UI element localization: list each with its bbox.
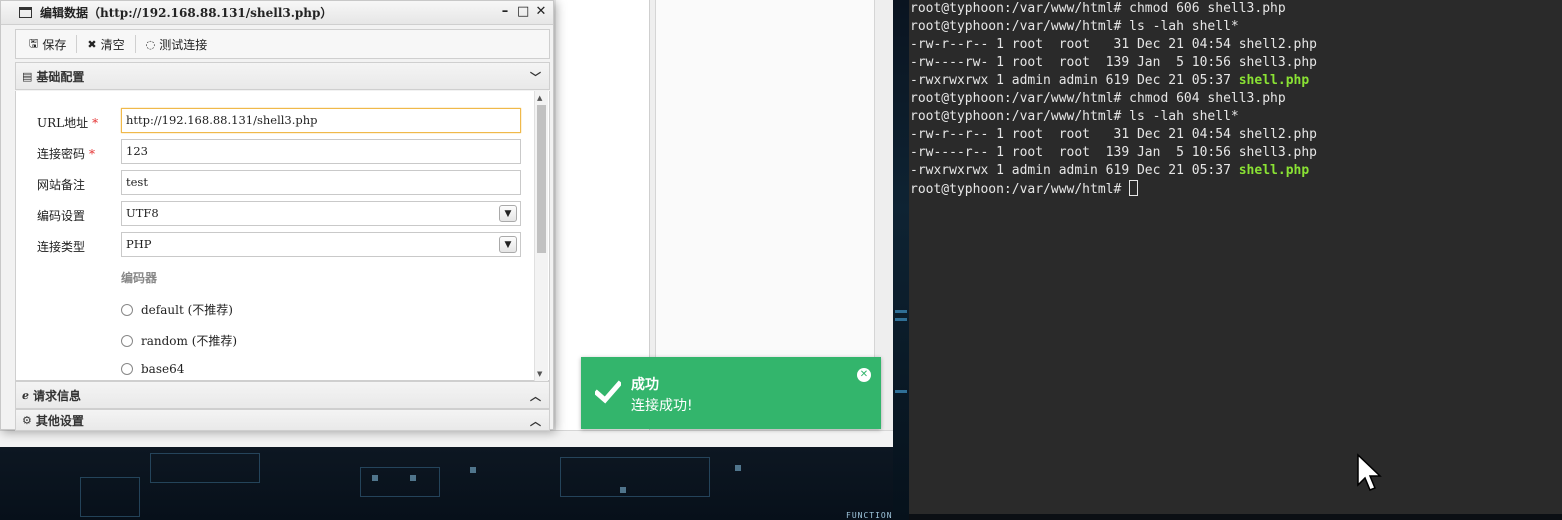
- url-row: URL地址 * http://192.168.88.131/shell3.php: [16, 108, 536, 134]
- encoder-option-label: random (不推荐): [141, 334, 238, 348]
- terminal-line: -rw----r-- 1 root root 139 Jan 5 10:56 s…: [910, 145, 1317, 160]
- dialog-titlebar[interactable]: 编辑数据（http://192.168.88.131/shell3.php） –…: [1, 1, 553, 25]
- type-label: 连接类型: [37, 240, 86, 254]
- encoder-option-base64[interactable]: base64: [121, 362, 184, 376]
- url-input[interactable]: http://192.168.88.131/shell3.php: [121, 108, 521, 133]
- gear-icon: ⚙: [22, 413, 32, 427]
- terminal-cursor: [1129, 180, 1139, 196]
- encoding-label: 编码设置: [37, 209, 86, 223]
- chevron-up-icon: ︿: [530, 390, 541, 403]
- form-scrollbar[interactable]: ▲ ▼: [534, 91, 548, 381]
- encoding-value: UTF8: [126, 206, 159, 220]
- type-value: PHP: [126, 237, 152, 251]
- minimize-button[interactable]: –: [499, 4, 511, 20]
- terminal-prompt-line: root@typhoon:/var/www/html#: [909, 180, 1562, 198]
- chevron-down-icon[interactable]: ▼: [499, 205, 517, 222]
- basic-config-form: URL地址 * http://192.168.88.131/shell3.php …: [15, 91, 550, 381]
- background-statusbar: [0, 430, 893, 447]
- desktop-strip: [893, 0, 909, 520]
- terminal-line: -rwxrwxrwx 1 admin admin 619 Dec 21 05:3…: [910, 73, 1310, 88]
- spinner-icon: ◌: [145, 37, 156, 51]
- scroll-up-icon[interactable]: ▲: [537, 94, 542, 102]
- test-connection-label: 测试连接: [159, 37, 208, 52]
- clear-button[interactable]: ✖ 清空: [80, 34, 131, 55]
- encoding-select[interactable]: UTF8 ▼: [121, 201, 521, 226]
- section-other-settings[interactable]: ⚙ 其他设置 ︿: [15, 409, 550, 431]
- terminal-line: -rw----rw- 1 root root 139 Jan 5 10:56 s…: [910, 55, 1317, 70]
- radio-button[interactable]: [121, 334, 133, 347]
- encoding-row: 编码设置 UTF8 ▼: [16, 201, 536, 227]
- password-input[interactable]: 123: [121, 139, 521, 164]
- section-request-info[interactable]: ℯ 请求信息 ︿: [15, 381, 550, 409]
- terminal-line: root@typhoon:/var/www/html# ls -lah shel…: [910, 109, 1239, 124]
- background-panel-right: [655, 0, 875, 357]
- scroll-thumb[interactable]: [537, 105, 546, 253]
- password-row: 连接密码 * 123: [16, 139, 536, 165]
- test-connection-button[interactable]: ◌ 测试连接: [139, 34, 215, 55]
- window-icon: [19, 7, 32, 18]
- password-label: 连接密码 *: [37, 147, 96, 161]
- document-icon: ▤: [22, 69, 33, 83]
- browser-icon: ℯ: [22, 388, 29, 402]
- terminal-line: root@typhoon:/var/www/html# chmod 606 sh…: [910, 1, 1286, 16]
- terminal-line: -rw-r--r-- 1 root root 31 Dec 21 04:54 s…: [910, 127, 1317, 142]
- save-button[interactable]: 🖫 保存: [22, 33, 73, 56]
- toast-close-icon[interactable]: ✕: [857, 368, 871, 382]
- chevron-down-icon: ﹀: [530, 71, 541, 84]
- terminal-window[interactable]: root@typhoon:/var/www/html# chmod 606 sh…: [909, 0, 1562, 514]
- note-row: 网站备注 test: [16, 170, 536, 196]
- close-button[interactable]: ✕: [535, 4, 547, 20]
- checkmark-icon: [595, 380, 621, 404]
- save-icon: 🖫: [29, 36, 39, 50]
- maximize-button[interactable]: □: [517, 4, 529, 20]
- section-request-label: 请求信息: [33, 388, 82, 403]
- type-row: 连接类型 PHP ▼: [16, 232, 536, 258]
- url-label: URL地址 *: [37, 116, 99, 130]
- chevron-up-icon: ︿: [530, 415, 541, 428]
- terminal-line: root@typhoon:/var/www/html# chmod 604 sh…: [910, 91, 1286, 106]
- radio-button[interactable]: [121, 363, 133, 375]
- toast-title: 成功: [631, 377, 659, 393]
- chevron-down-icon[interactable]: ▼: [499, 236, 517, 253]
- encoder-option-label: default (不推荐): [141, 303, 233, 317]
- note-input[interactable]: test: [121, 170, 521, 195]
- desktop-functions-label: FUNCTIONS: [846, 511, 899, 520]
- terminal-line: -rwxrwxrwx 1 admin admin 619 Dec 21 05:3…: [910, 163, 1310, 178]
- radio-button[interactable]: [121, 303, 133, 316]
- encoder-option-random[interactable]: random (不推荐): [121, 332, 237, 349]
- clear-label: 清空: [100, 37, 125, 52]
- scroll-down-icon[interactable]: ▼: [537, 370, 542, 378]
- desktop-background: [0, 447, 910, 520]
- section-basic-config[interactable]: ▤ 基础配置 ﹀: [15, 62, 550, 90]
- encoder-option-label: base64: [141, 362, 185, 376]
- section-basic-label: 基础配置: [36, 69, 85, 84]
- terminal-line: root@typhoon:/var/www/html# ls -lah shel…: [910, 19, 1239, 34]
- mouse-pointer-icon: [1357, 453, 1382, 491]
- dialog-title: 编辑数据（http://192.168.88.131/shell3.php）: [40, 6, 333, 20]
- dialog-toolbar: 🖫 保存 ✖ 清空 ◌ 测试连接: [15, 29, 550, 59]
- desktop-bottom-edge: [909, 514, 1562, 520]
- close-icon: ✖: [87, 37, 97, 51]
- encoder-heading: 编码器: [121, 271, 158, 285]
- encoder-option-default[interactable]: default (不推荐): [121, 301, 233, 318]
- note-label: 网站备注: [37, 178, 86, 192]
- terminal-line: -rw-r--r-- 1 root root 31 Dec 21 04:54 s…: [910, 37, 1317, 52]
- save-label: 保存: [42, 37, 67, 52]
- type-select[interactable]: PHP ▼: [121, 232, 521, 257]
- success-toast: 成功 连接成功! ✕: [581, 357, 881, 429]
- edit-data-dialog: 编辑数据（http://192.168.88.131/shell3.php） –…: [0, 0, 554, 431]
- section-other-label: 其他设置: [35, 413, 84, 428]
- toast-message: 连接成功!: [631, 398, 693, 414]
